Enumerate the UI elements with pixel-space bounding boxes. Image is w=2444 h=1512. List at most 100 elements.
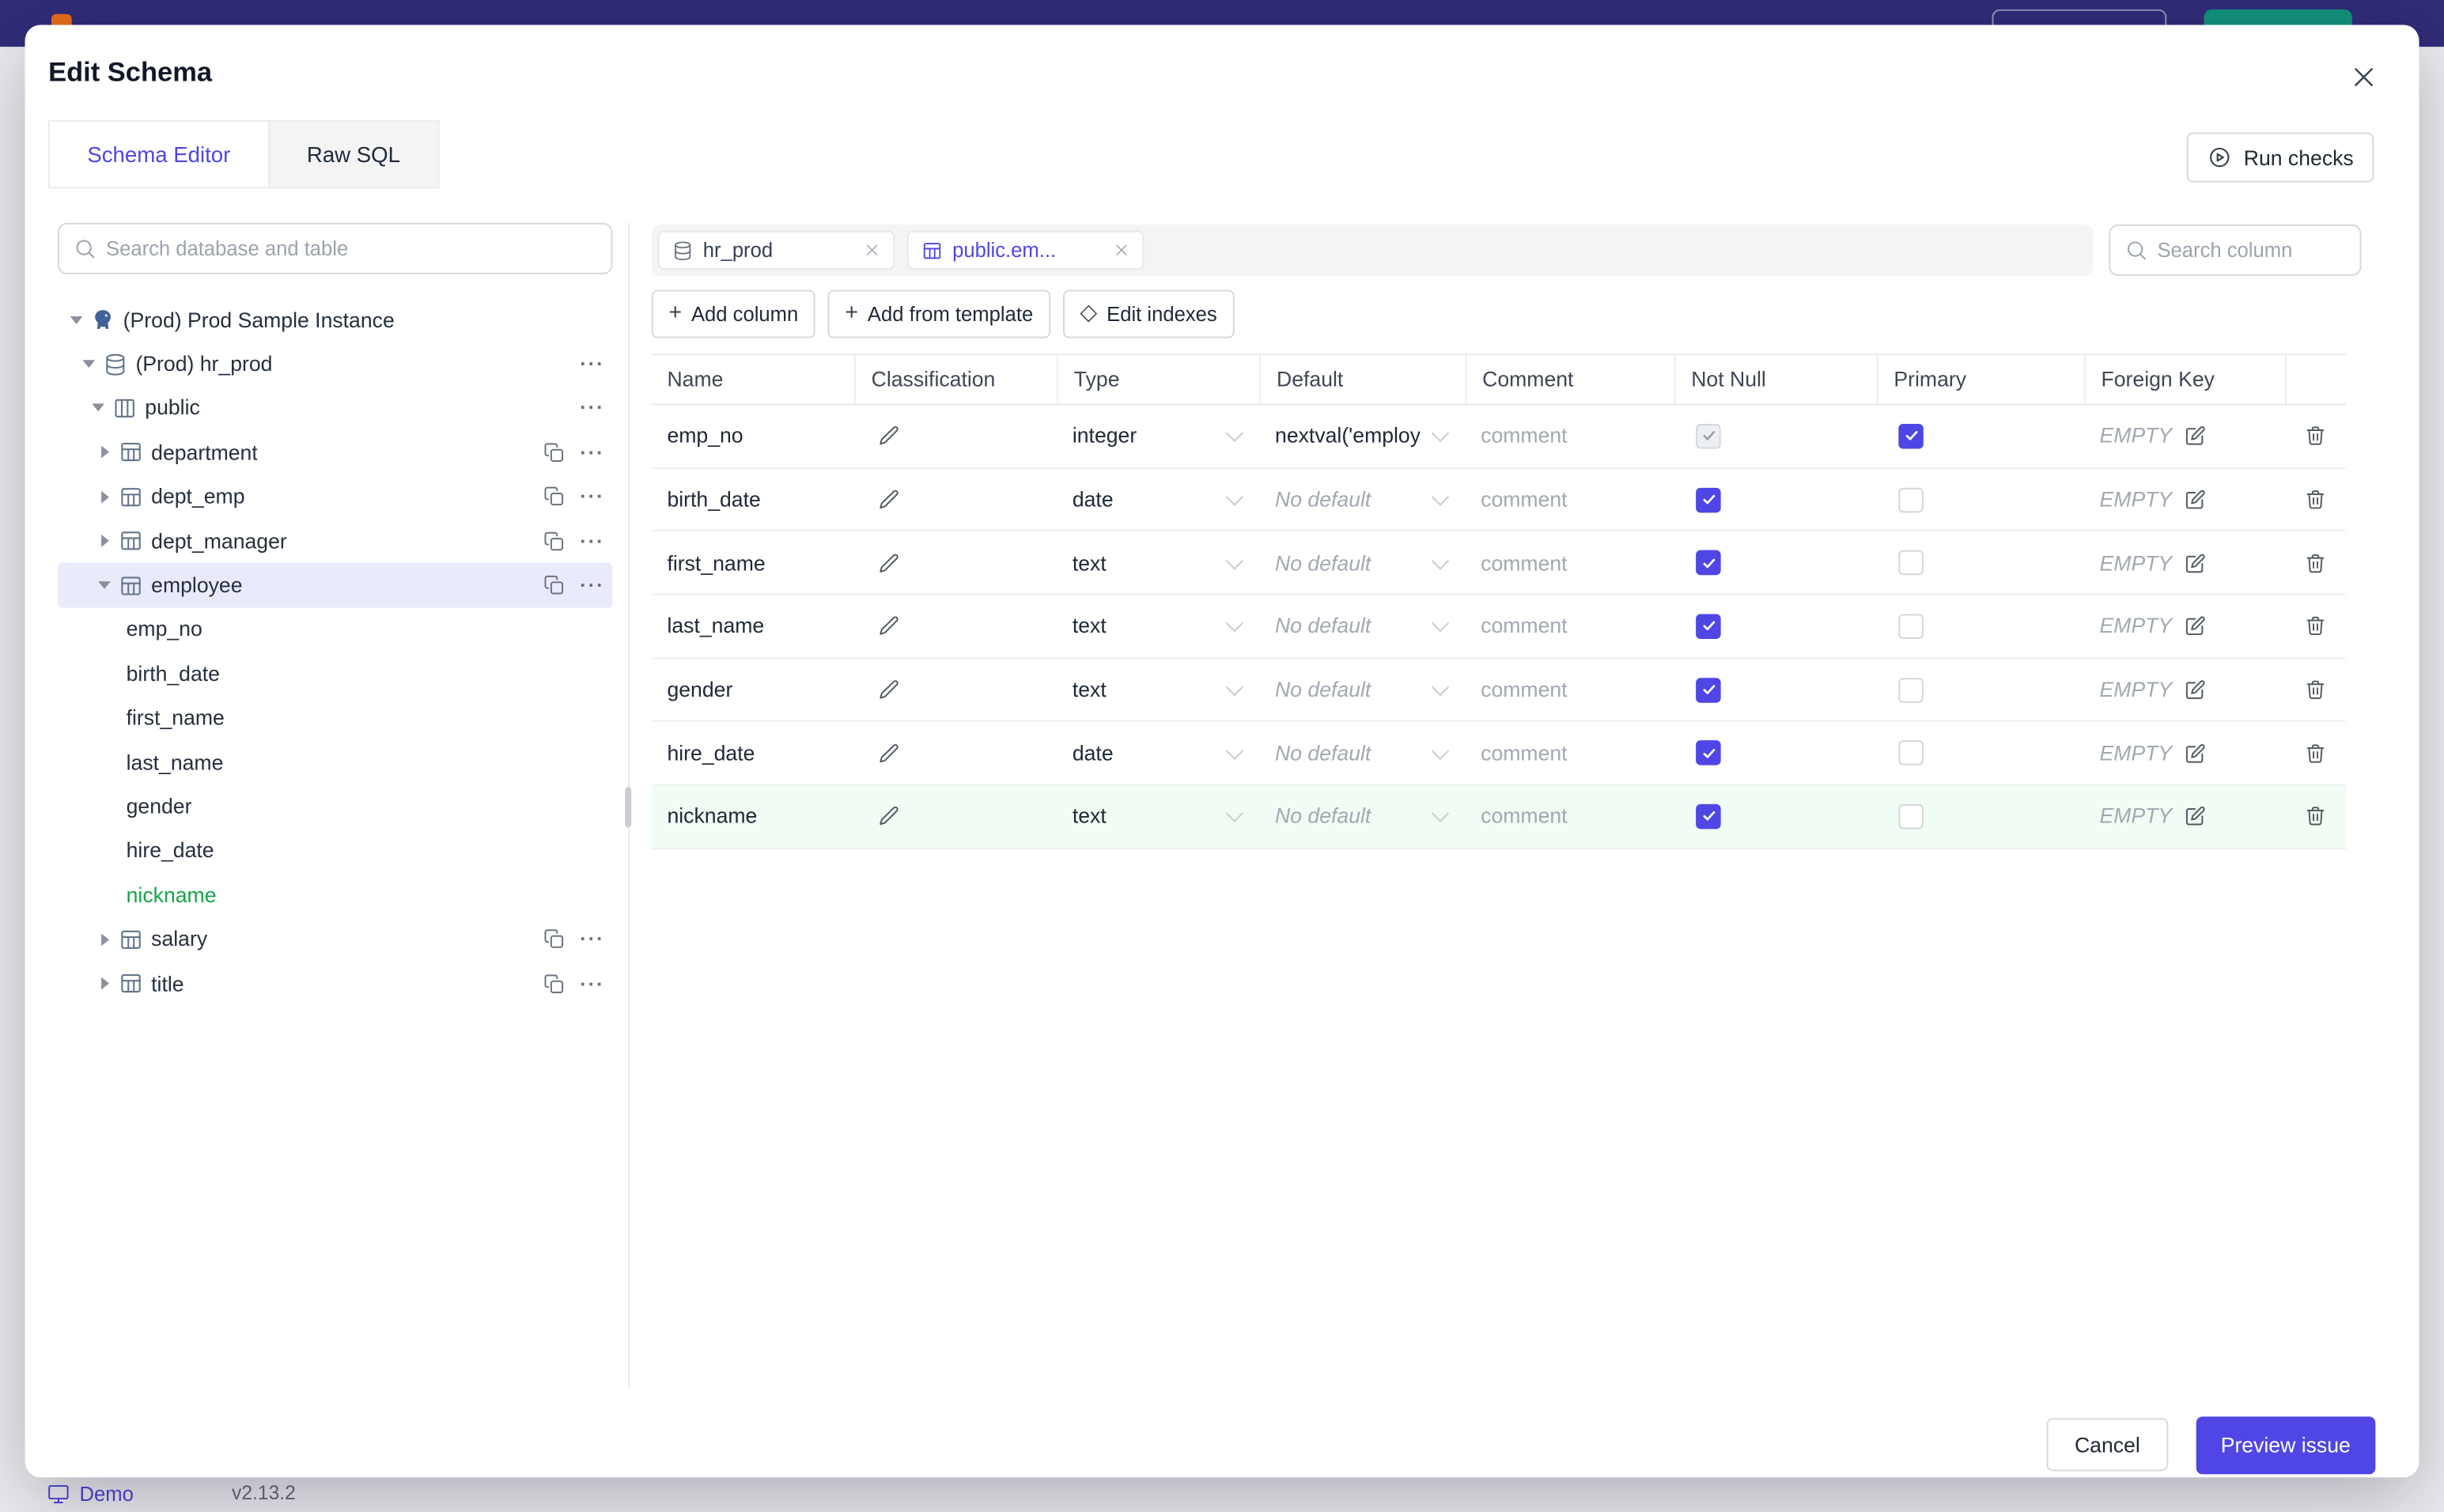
primary-checkbox[interactable] (1898, 486, 1924, 512)
caret-right-icon[interactable] (96, 444, 112, 460)
more-menu-icon[interactable]: ··· (580, 531, 605, 551)
default-select[interactable]: No default (1259, 722, 1465, 784)
copy-icon[interactable] (543, 440, 566, 464)
editsq-icon[interactable] (2183, 678, 2207, 701)
comment-input[interactable]: comment (1465, 595, 1674, 657)
tree-column-hire_date[interactable]: hire_date (58, 829, 613, 873)
tree-item-public[interactable]: public ··· (58, 386, 613, 430)
editsq-icon[interactable] (2183, 425, 2207, 448)
primary-checkbox[interactable] (1898, 614, 1924, 639)
more-menu-icon[interactable]: ··· (580, 486, 605, 507)
comment-input[interactable]: comment (1465, 532, 1674, 594)
column-name-cell[interactable]: first_name (652, 532, 854, 594)
more-menu-icon[interactable]: ··· (580, 575, 605, 595)
close-icon[interactable] (1113, 241, 1130, 259)
caret-down-icon[interactable] (96, 577, 112, 593)
more-menu-icon[interactable]: ··· (580, 354, 605, 375)
not-null-checkbox[interactable] (1696, 423, 1721, 449)
add-from-template-button[interactable]: + Add from template (827, 289, 1050, 338)
not-null-checkbox[interactable] (1696, 677, 1721, 702)
tree-column-nickname[interactable]: nickname (58, 873, 613, 917)
tree-item-dept_manager[interactable]: dept_manager ··· (58, 519, 613, 563)
default-select[interactable]: No default (1259, 532, 1465, 594)
delete-column-icon[interactable] (2304, 678, 2328, 701)
copy-icon[interactable] (543, 485, 566, 508)
delete-column-icon[interactable] (2304, 805, 2328, 829)
default-select[interactable]: No default (1259, 469, 1465, 531)
more-menu-icon[interactable]: ··· (580, 442, 605, 463)
type-select[interactable]: text (1057, 595, 1259, 657)
caret-right-icon[interactable] (96, 533, 112, 549)
caret-right-icon[interactable] (96, 489, 112, 505)
not-null-checkbox[interactable] (1696, 550, 1721, 576)
column-name-cell[interactable]: gender (652, 659, 854, 720)
more-menu-icon[interactable]: ··· (580, 929, 605, 950)
pencil-icon[interactable] (878, 742, 902, 765)
tab-raw-sql[interactable]: Raw SQL (267, 119, 440, 189)
not-null-checkbox[interactable] (1696, 614, 1721, 639)
default-select[interactable]: No default (1259, 659, 1465, 720)
column-name-cell[interactable]: emp_no (652, 405, 854, 467)
delete-column-icon[interactable] (2304, 742, 2328, 765)
not-null-checkbox[interactable] (1696, 803, 1721, 830)
delete-column-icon[interactable] (2304, 551, 2328, 575)
column-name-cell[interactable]: hire_date (652, 722, 854, 784)
primary-checkbox[interactable] (1898, 740, 1924, 766)
comment-input[interactable]: comment (1465, 659, 1674, 720)
delete-column-icon[interactable] (2304, 488, 2328, 512)
caret-down-icon[interactable] (90, 400, 106, 416)
editsq-icon[interactable] (2183, 614, 2207, 638)
primary-checkbox[interactable] (1898, 550, 1924, 576)
column-name-cell[interactable]: nickname (652, 785, 854, 847)
tree-item-salary[interactable]: salary ··· (58, 917, 613, 962)
more-menu-icon[interactable]: ··· (580, 398, 605, 418)
copy-icon[interactable] (543, 529, 566, 553)
editsq-icon[interactable] (2183, 551, 2207, 575)
copy-icon[interactable] (543, 972, 566, 996)
tree-column-gender[interactable]: gender (58, 784, 613, 829)
comment-input[interactable]: comment (1465, 469, 1674, 531)
close-icon[interactable] (2349, 62, 2378, 92)
type-select[interactable]: text (1057, 532, 1259, 594)
default-select[interactable]: nextval('employ (1259, 405, 1465, 467)
column-name-cell[interactable]: birth_date (652, 469, 854, 531)
pencil-icon[interactable] (878, 425, 902, 448)
more-menu-icon[interactable]: ··· (580, 973, 605, 994)
tree-search-input[interactable] (59, 224, 611, 273)
delete-column-icon[interactable] (2304, 425, 2328, 448)
pencil-icon[interactable] (878, 551, 902, 575)
editsq-icon[interactable] (2183, 805, 2207, 829)
not-null-checkbox[interactable] (1696, 486, 1721, 512)
tree-item-employee[interactable]: employee ··· (57, 563, 613, 608)
type-select[interactable]: text (1057, 785, 1259, 847)
comment-input[interactable]: comment (1465, 405, 1674, 467)
type-select[interactable]: date (1057, 469, 1259, 531)
tree-item-(Prod) hr_prod[interactable]: (Prod) hr_prod ··· (58, 342, 613, 386)
tree-item-department[interactable]: department ··· (58, 430, 613, 474)
column-name-cell[interactable]: last_name (652, 595, 854, 657)
default-select[interactable]: No default (1259, 595, 1465, 657)
close-icon[interactable] (864, 241, 881, 259)
type-select[interactable]: text (1057, 659, 1259, 720)
edit-indexes-button[interactable]: ◇ Edit indexes (1062, 289, 1235, 338)
primary-checkbox[interactable] (1898, 677, 1924, 702)
tree-item-(Prod) Prod Sample Instance[interactable]: (Prod) Prod Sample Instance (58, 297, 613, 342)
primary-checkbox[interactable] (1898, 803, 1924, 830)
add-column-button[interactable]: + Add column (651, 289, 815, 338)
editsq-icon[interactable] (2183, 488, 2207, 512)
copy-icon[interactable] (543, 928, 566, 951)
preview-issue-button[interactable]: Preview issue (2196, 1416, 2376, 1475)
tree-column-emp_no[interactable]: emp_no (58, 607, 613, 652)
caret-down-icon[interactable] (81, 356, 96, 372)
type-select[interactable]: integer (1057, 405, 1259, 467)
open-tab-chip-public.em...[interactable]: public.em... (906, 230, 1144, 270)
tree-item-dept_emp[interactable]: dept_emp ··· (58, 474, 613, 519)
pencil-icon[interactable] (878, 805, 902, 829)
tree-column-first_name[interactable]: first_name (58, 696, 613, 740)
open-tab-chip-hr_prod[interactable]: hr_prod (657, 230, 895, 270)
pencil-icon[interactable] (878, 614, 902, 638)
tab-schema-editor[interactable]: Schema Editor (48, 119, 268, 189)
tree-item-title[interactable]: title ··· (58, 962, 613, 1006)
copy-icon[interactable] (543, 573, 566, 597)
run-checks-button[interactable]: Run checks (2187, 132, 2374, 183)
